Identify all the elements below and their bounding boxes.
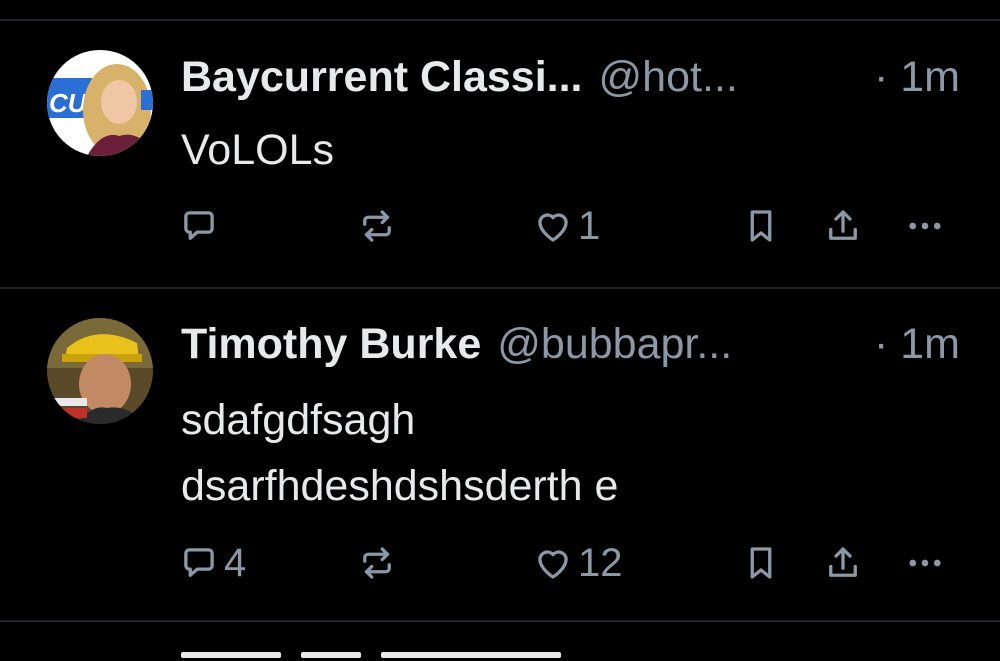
post-text-line: VoLOLs xyxy=(181,126,334,174)
like-button[interactable]: 12 xyxy=(532,533,623,593)
post-text-line: sdafgdfsagh xyxy=(181,396,416,444)
bookmark-icon xyxy=(750,547,772,579)
more-button[interactable] xyxy=(904,533,946,593)
post-header: Baycurrent Classi... @hot... · 1m xyxy=(181,47,960,107)
timestamp[interactable]: · 1m xyxy=(874,47,960,107)
share-button[interactable] xyxy=(822,196,864,256)
post-text: VoLOLs xyxy=(181,117,334,183)
like-button[interactable]: 1 xyxy=(532,196,600,256)
more-icon xyxy=(909,559,941,567)
post-text-line: dsarfhdeshdshsderth e xyxy=(181,462,619,510)
action-bar: 1 xyxy=(0,196,1000,256)
user-handle[interactable]: @bubbapr... xyxy=(497,314,732,374)
avatar[interactable]: CU xyxy=(47,50,153,156)
heart-icon xyxy=(538,550,568,579)
post-1[interactable]: CU Baycurrent Classi... @hot... · 1m VoL… xyxy=(0,20,1000,288)
display-name[interactable]: Timothy Burke xyxy=(181,314,481,374)
reply-icon xyxy=(184,548,214,577)
more-icon xyxy=(909,222,941,230)
reply-button[interactable]: 4 xyxy=(178,533,246,593)
heart-icon xyxy=(538,213,568,242)
action-bar: 4 12 xyxy=(0,533,1000,593)
bookmark-icon xyxy=(750,210,772,242)
display-name[interactable]: Baycurrent Classi... xyxy=(181,47,583,107)
repost-button[interactable] xyxy=(356,196,402,256)
repost-button[interactable] xyxy=(356,533,402,593)
share-icon xyxy=(829,210,857,240)
like-count: 12 xyxy=(578,540,623,585)
post-divider xyxy=(0,620,1000,622)
like-count: 1 xyxy=(578,203,601,248)
timestamp[interactable]: · 1m xyxy=(874,314,960,374)
svg-text:CU: CU xyxy=(49,88,88,118)
post-text: sdafgdfsagh dsarfhdeshdshsderth e xyxy=(181,387,618,519)
repost-icon xyxy=(363,547,391,579)
post-2[interactable]: Timothy Burke @bubbapr... · 1m sdafgdfsa… xyxy=(0,289,1000,621)
next-post-peek[interactable] xyxy=(181,652,641,661)
bookmark-button[interactable] xyxy=(740,533,782,593)
user-handle[interactable]: @hot... xyxy=(599,47,738,107)
share-button[interactable] xyxy=(822,533,864,593)
reply-button[interactable] xyxy=(178,196,224,256)
post-header: Timothy Burke @bubbapr... · 1m xyxy=(181,314,960,374)
reply-count: 4 xyxy=(224,540,247,585)
share-icon xyxy=(829,547,857,577)
more-button[interactable] xyxy=(904,196,946,256)
bookmark-button[interactable] xyxy=(740,196,782,256)
repost-icon xyxy=(363,210,391,242)
avatar[interactable] xyxy=(47,318,153,424)
reply-icon xyxy=(184,211,214,240)
